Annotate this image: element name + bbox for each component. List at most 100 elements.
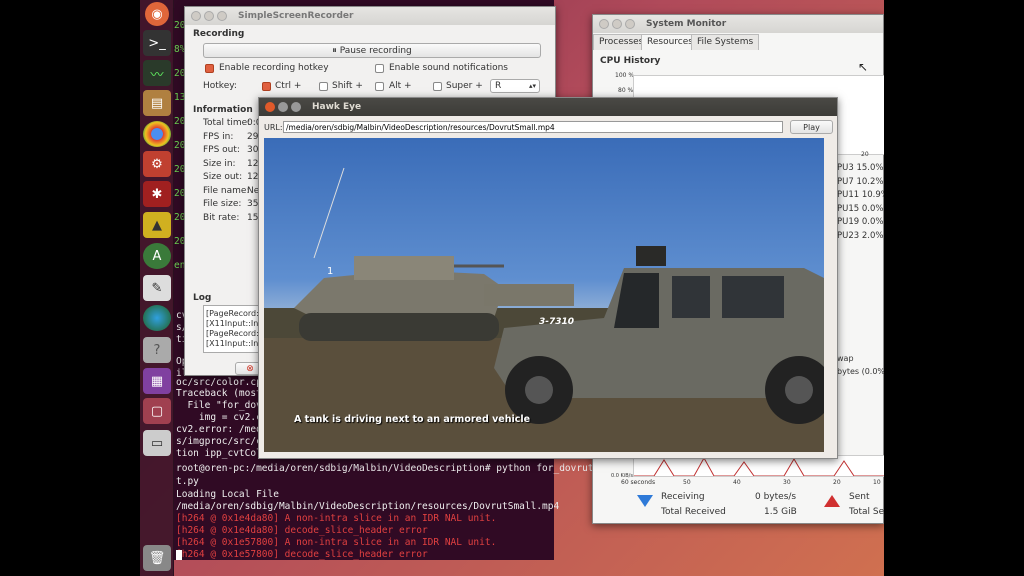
info-value: 15 <box>247 212 259 223</box>
ssr-title: SimpleScreenRecorder <box>238 11 354 21</box>
hotkey-label: Hotkey: <box>203 81 237 91</box>
workspace-icon[interactable]: ▢ <box>143 398 171 424</box>
log-line: [PageRecord: <box>206 329 259 338</box>
spinner-icon: ▴▾ <box>528 82 536 90</box>
pct-100-label: 100 % <box>615 72 635 79</box>
jeep-window-front <box>672 276 710 318</box>
axis-40: 40 <box>733 479 741 486</box>
terminal-line: File "for_dovr <box>176 400 268 411</box>
close-icon[interactable] <box>599 19 609 29</box>
ubuntu-dash-icon[interactable]: ◉ <box>145 2 169 26</box>
url-label: URL: <box>264 123 283 132</box>
video-scene-svg: 3-7310 1 <box>264 167 824 452</box>
log-line: [X11Input::Inp <box>206 339 263 348</box>
pct-80-label: 80 % <box>618 87 634 94</box>
settings-icon[interactable]: ⚙ <box>143 151 171 177</box>
alt-checkbox[interactable] <box>375 82 384 91</box>
maximize-icon[interactable] <box>217 11 227 21</box>
text-editor-icon[interactable]: ✎ <box>143 275 171 301</box>
url-input[interactable] <box>283 121 783 133</box>
enable-sound-checkbox[interactable] <box>375 64 384 73</box>
hawk-eye-window: Hawk Eye URL: Play <box>258 97 838 459</box>
ctrl-label: Ctrl + <box>275 81 302 91</box>
enable-sound-label: Enable sound notifications <box>389 63 508 73</box>
ssr-titlebar: SimpleScreenRecorder <box>185 7 555 25</box>
receiving-arrow-icon <box>637 495 653 507</box>
super-checkbox[interactable] <box>433 82 442 91</box>
info-value: 35 <box>247 199 259 209</box>
cpu-history-header: CPU History <box>600 56 661 66</box>
tank-tracks <box>299 313 499 341</box>
chrome-icon[interactable] <box>143 121 171 147</box>
terminal-error-line: [h264 @ 0x1e57800] A non-intra slice in … <box>176 537 497 548</box>
video-frame: 3-7310 1 A tank is driving next to an ar… <box>264 138 824 452</box>
info-value: 12 <box>247 158 259 169</box>
files-icon[interactable]: ▤ <box>143 90 171 116</box>
axis-20: 20 <box>833 479 841 486</box>
info-label: File name: <box>203 185 250 196</box>
shift-checkbox[interactable] <box>319 82 328 91</box>
terminal-prompt: root@oren-pc:/media/oren/sdbig/Malbin/Vi… <box>176 463 611 474</box>
log-view[interactable]: [PageRecord: [X11Input::Ini [PageRecord: [X… <box>203 305 263 353</box>
recording-header: Recording <box>193 29 245 39</box>
play-button[interactable]: Play <box>790 120 833 134</box>
axis-50: 50 <box>683 479 691 486</box>
cpu-legend-item: PU3 15.0% <box>837 163 884 173</box>
cpu-legend-item: PU15 0.0% <box>837 203 884 214</box>
media-app-icon[interactable]: ▦ <box>143 368 171 394</box>
video-caption: A tank is driving next to an armored veh… <box>294 414 531 425</box>
info-label: FPS in: <box>203 131 234 142</box>
hawk-eye-titlebar: Hawk Eye <box>259 98 837 116</box>
minimize-icon[interactable] <box>278 102 288 112</box>
axis-60: 60 seconds <box>621 479 656 486</box>
terminal-error-line: [h264 @ 0x1e4da80] A non-intra slice in … <box>176 513 497 524</box>
terminal-cursor <box>176 550 182 560</box>
info-label: Size out: <box>203 172 243 182</box>
info-label: Size in: <box>203 158 236 169</box>
hawk-eye-title: Hawk Eye <box>312 102 362 112</box>
info-label: Total time: <box>203 118 251 128</box>
terminal-icon[interactable]: >_ <box>143 30 171 56</box>
info-label: File size: <box>203 199 242 209</box>
hotkey-key-select[interactable]: R ▴▾ <box>490 79 540 93</box>
tab-file-systems[interactable]: File Systems <box>691 34 760 50</box>
maximize-icon[interactable] <box>291 102 301 112</box>
jeep-number: 3-7310 <box>539 317 574 327</box>
ctrl-checkbox[interactable] <box>262 82 271 91</box>
cpu-tick-20: 20 <box>861 151 869 158</box>
sent-arrow-icon <box>824 495 840 507</box>
terminal-line: cv2.error: /med <box>176 424 262 435</box>
terminal-prompt-cont: t.py <box>176 476 199 487</box>
info-value: 29 <box>247 131 259 142</box>
drive-icon[interactable]: ▭ <box>143 430 171 456</box>
pause-recording-button[interactable]: ⏸ Pause recording <box>203 43 541 58</box>
receiving-value: 0 bytes/s <box>755 492 797 502</box>
second-tank <box>484 284 574 306</box>
software-center-icon[interactable]: A <box>143 243 171 269</box>
terminal-line: oc/src/color.cpp <box>176 377 268 388</box>
system-monitor-icon[interactable]: 〰 <box>143 60 171 86</box>
info-label: FPS out: <box>203 145 240 155</box>
minimize-icon[interactable] <box>204 11 214 21</box>
desktop: 20008%20013%200200200200200200en cvs/tio… <box>140 0 884 576</box>
maximize-icon[interactable] <box>625 19 635 29</box>
tank-antenna <box>313 167 345 259</box>
swap-bytes-label: bytes (0.0% <box>837 367 884 376</box>
network-icon[interactable]: ✱ <box>143 181 171 207</box>
minimize-icon[interactable] <box>612 19 622 29</box>
terminal-loading: Loading Local File <box>176 489 279 500</box>
enable-hotkey-checkbox[interactable] <box>205 64 214 73</box>
terminal-error-line: [h264 @ 0x1e57800] decode_slice_header e… <box>176 549 428 560</box>
close-icon[interactable] <box>191 11 201 21</box>
info-label: Bit rate: <box>203 212 240 223</box>
warning-app-icon[interactable]: ▲ <box>143 212 171 238</box>
cpu-legend-item: PU11 10.9% <box>837 190 884 200</box>
help-icon[interactable]: ? <box>143 337 171 363</box>
terminal-line: tion ipp_cvtColo <box>176 448 268 459</box>
total-sent-label: Total Sen <box>849 507 884 517</box>
trash-icon[interactable]: 🗑 <box>143 545 171 571</box>
pause-icon: ⏸ <box>332 45 337 56</box>
cpu-legend-item: PU7 10.2% <box>837 176 884 187</box>
globe-icon[interactable] <box>143 305 171 331</box>
close-icon[interactable] <box>265 102 275 112</box>
